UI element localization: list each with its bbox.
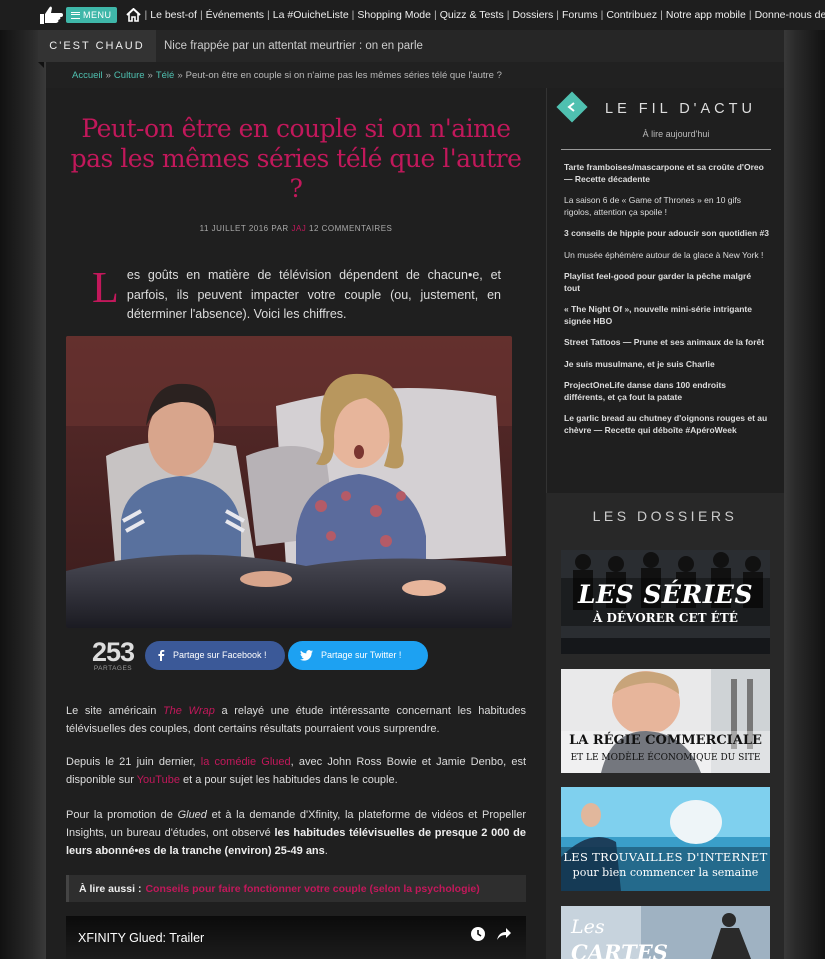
news-feed-subtitle: À lire aujourd'hui (642, 129, 710, 139)
news-feed-item[interactable]: Playlist feel-good pour garder la pêche … (564, 271, 769, 294)
hero-image (66, 336, 512, 628)
dossier-card-series-title: LES SÉRIES (577, 580, 754, 609)
hot-news-link[interactable]: Nice frappée par un attentat meurtrier :… (164, 40, 423, 52)
share-twitter-label: Partage sur Twitter ! (321, 650, 402, 660)
p2-text-c: et a pour sujet les habitudes dans le co… (179, 774, 398, 786)
news-feed-item[interactable]: Un musée éphémère autour de la glace à N… (564, 250, 769, 262)
share-count-number: 253 (91, 636, 135, 667)
breadcrumb: Accueil» Culture» Télé» Peut-on être en … (46, 62, 784, 88)
home-icon[interactable] (125, 7, 141, 23)
article: Peut-on être en couple si on n'aime pas … (46, 88, 546, 959)
dossier-card-regie-subtitle: ET LE MODÈLE ÉCONOMIQUE DU SITE (570, 753, 761, 763)
share-twitter-button[interactable]: Partage sur Twitter ! (288, 640, 428, 670)
paragraph-2: Depuis le 21 juin dernier, la comédie Gl… (66, 753, 526, 789)
article-lead: L es goûts en matière de télévision dépe… (92, 266, 501, 325)
dossier-card-regie[interactable]: LA RÉGIE COMMERCIALE ET LE MODÈLE ÉCONOM… (561, 669, 770, 773)
hand-pointing-icon[interactable] (38, 3, 64, 27)
news-feed-item[interactable]: Street Tattoos — Prune et ses animaux de… (564, 337, 769, 349)
breadcrumb-tele[interactable]: Télé (156, 70, 174, 81)
p2-text-a: Depuis le 21 juin dernier, (66, 756, 201, 768)
article-comments[interactable]: 12 COMMENTAIRES (309, 224, 392, 233)
news-feed-item[interactable]: Je suis musulmane, et je suis Charlie (564, 359, 769, 371)
hamburger-icon (71, 11, 80, 19)
dossier-card-cartes[interactable]: Les CARTES (561, 906, 770, 959)
article-meta: 11 JUILLET 2016 PAR JAJ 12 COMMENTAIRES (46, 224, 546, 233)
news-feed-item[interactable]: Le garlic bread au chutney d'oignons rou… (564, 413, 769, 436)
menu-label: MENU (83, 10, 112, 20)
share-arrow-icon[interactable] (496, 926, 512, 942)
lead-text: es goûts en matière de télévision dépend… (126, 268, 501, 321)
link-glued[interactable]: la comédie Glued (201, 756, 291, 768)
breadcrumb-culture[interactable]: Culture (114, 70, 145, 81)
nav-links: | Le best-of | Événements | La #OuicheListe… (145, 9, 825, 21)
share-count-label: PARTAGES (93, 664, 133, 672)
dossier-card-cartes-title: Les (571, 916, 605, 938)
hot-news-bar: C'EST CHAUD Nice frappée par un attentat… (38, 30, 784, 68)
link-youtube[interactable]: YouTube (137, 774, 180, 786)
dossier-card-cartes-subtitle: CARTES (571, 940, 668, 959)
video-player[interactable]: XFINITY Glued: Trailer (66, 916, 526, 959)
dossier-card-trouvailles[interactable]: LES TROUVAILLES D'INTERNET pour bien com… (561, 787, 770, 891)
twitter-icon (300, 649, 313, 661)
page-side-left (0, 0, 46, 959)
video-title: XFINITY Glued: Trailer (78, 930, 205, 945)
article-date: 11 JUILLET 2016 PAR (199, 224, 289, 233)
paragraph-3: Pour la promotion de Glued et à la deman… (66, 806, 526, 860)
news-feed-sidebar: LE FIL D'ACTU À lire aujourd'hui Tarte f… (546, 88, 784, 493)
dossier-card-trouvailles-subtitle: pour bien commencer la semaine (572, 866, 759, 879)
nav-link-donate[interactable]: Donne-nous des sous (752, 9, 825, 21)
read-also-link[interactable]: Conseils pour faire fonctionner votre co… (145, 883, 479, 895)
dossier-card-series[interactable]: LES SÉRIES À DÉVORER CET ÉTÉ (561, 550, 770, 654)
paragraph-1: Le site américain The Wrap a relayé une … (66, 702, 526, 738)
p1-text-a: Le site américain (66, 705, 163, 717)
drop-cap: L (92, 263, 119, 312)
dossiers-sidebar: LES DOSSIERS LES SÉRIES À DÉVORER CET ÉT… (546, 493, 784, 959)
news-feed-title: LE FIL D'ACTU (605, 101, 756, 117)
page-title: Peut-on être en couple si on n'aime pas … (70, 114, 522, 203)
nav-link-contribuez[interactable]: Contribuez (603, 9, 660, 21)
news-feed-item[interactable]: La saison 6 de « Game of Thrones » en 10… (564, 195, 769, 218)
nav-link-evenements[interactable]: Événements (203, 9, 267, 21)
dossiers-title: LES DOSSIERS (592, 508, 738, 524)
read-also-box: À lire aussi : Conseils pour faire fonct… (66, 875, 526, 902)
share-bar: 253 PARTAGES Partage sur Facebook ! Part… (86, 636, 506, 672)
share-facebook-label: Partage sur Facebook ! (173, 650, 267, 660)
dossier-card-regie-title: LA RÉGIE COMMERCIALE (569, 733, 762, 748)
chevron-left-icon (556, 91, 588, 123)
nav-link-dossiers[interactable]: Dossiers (509, 9, 556, 21)
news-feed-item[interactable]: Tarte framboises/mascarpone et sa croûte… (564, 162, 769, 185)
nav-link-shopping-mode[interactable]: Shopping Mode (354, 9, 434, 21)
share-facebook-button[interactable]: Partage sur Facebook ! (145, 640, 285, 670)
hot-label: C'EST CHAUD (38, 30, 156, 68)
dossier-card-trouvailles-title: LES TROUVAILLES D'INTERNET (563, 850, 768, 864)
article-author[interactable]: JAJ (291, 224, 306, 233)
dossier-card-series-subtitle: À DÉVORER CET ÉTÉ (593, 611, 738, 625)
page-side-right (783, 0, 825, 959)
nav-link-quizz-tests[interactable]: Quizz & Tests (437, 9, 507, 21)
news-feed-item[interactable]: 3 conseils de hippie pour adoucir son qu… (564, 228, 769, 240)
news-feed-item[interactable]: ProjectOneLife danse dans 100 endroits d… (564, 380, 769, 403)
clock-icon[interactable] (470, 926, 486, 942)
link-the-wrap[interactable]: The Wrap (163, 705, 215, 717)
share-count: 253 PARTAGES (86, 636, 140, 672)
nav-link-ouicheliste[interactable]: La #OuicheListe (270, 9, 352, 21)
news-feed-list: Tarte framboises/mascarpone et sa croûte… (564, 162, 769, 446)
nav-link-best-of[interactable]: Le best-of (147, 9, 200, 21)
top-navigation: MENU | Le best-of | Événements | La #Ouiche… (0, 0, 825, 30)
facebook-icon (158, 650, 165, 661)
p3-text-c: . (324, 845, 328, 857)
news-feed-item[interactable]: « The Night Of », nouvelle mini-série in… (564, 304, 769, 327)
nav-link-app-mobile[interactable]: Notre app mobile (663, 9, 749, 21)
p3-emphasis: Glued (177, 809, 207, 821)
read-also-label: À lire aussi : (79, 882, 142, 895)
breadcrumb-current: Peut-on être en couple si on n'aime pas … (185, 69, 502, 81)
breadcrumb-home[interactable]: Accueil (72, 70, 103, 81)
p3-text-a: Pour la promotion de (66, 809, 178, 821)
menu-button[interactable]: MENU (66, 7, 117, 23)
nav-link-forums[interactable]: Forums (559, 9, 601, 21)
divider (561, 149, 771, 150)
